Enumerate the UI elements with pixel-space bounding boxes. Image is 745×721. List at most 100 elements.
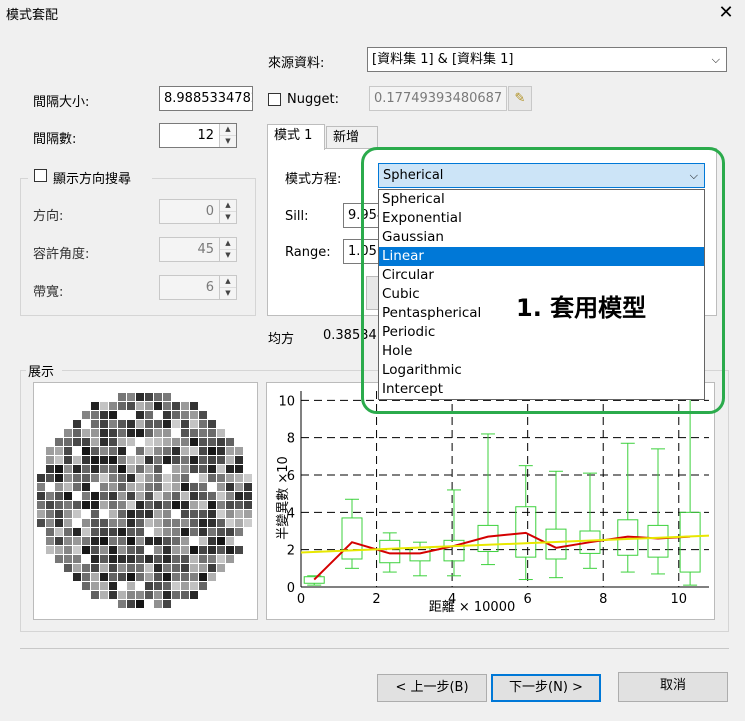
map-cell xyxy=(109,483,117,491)
close-icon[interactable]: ✕ xyxy=(714,2,738,23)
map-cell xyxy=(91,411,99,419)
map-cell xyxy=(73,501,81,509)
cancel-button[interactable]: 取消 xyxy=(618,672,728,702)
map-cell xyxy=(154,582,162,590)
spin-up-icon[interactable]: ▲ xyxy=(220,200,236,212)
map-cell xyxy=(37,501,45,509)
lag-count-spin[interactable]: ▲ ▼ xyxy=(219,124,236,147)
map-cell xyxy=(181,420,189,428)
direction-spin[interactable]: ▲ ▼ xyxy=(219,200,236,223)
map-cell xyxy=(163,420,171,428)
bandwidth-stepper[interactable]: 6 ▲ ▼ xyxy=(159,275,237,300)
tab-model-1[interactable]: 模式 1 xyxy=(267,124,325,150)
map-cell xyxy=(199,447,207,455)
map-cell xyxy=(136,600,144,608)
map-cell xyxy=(154,537,162,545)
map-cell xyxy=(91,537,99,545)
map-cell xyxy=(145,501,153,509)
back-button[interactable]: < 上一步(B) xyxy=(377,674,487,702)
map-cell xyxy=(163,600,171,608)
map-cell xyxy=(100,573,108,581)
next-button[interactable]: 下一步(N) > xyxy=(491,674,601,702)
direction-stepper[interactable]: 0 ▲ ▼ xyxy=(159,199,237,224)
tab-add[interactable]: 新增 xyxy=(326,126,378,148)
map-cell xyxy=(91,474,99,482)
map-cell xyxy=(199,501,207,509)
spin-up-icon[interactable]: ▲ xyxy=(220,238,236,250)
map-cell xyxy=(109,591,117,599)
tolerance-spin[interactable]: ▲ ▼ xyxy=(219,238,236,261)
map-cell xyxy=(208,492,216,500)
map-cell xyxy=(181,501,189,509)
box-body xyxy=(341,517,363,560)
pencil-icon[interactable]: ✎ xyxy=(508,86,532,111)
map-cell xyxy=(181,411,189,419)
map-cell xyxy=(118,573,126,581)
bandwidth-value: 6 xyxy=(205,280,214,295)
map-cell xyxy=(109,420,117,428)
map-cell xyxy=(181,474,189,482)
source-label: 來源資料: xyxy=(268,56,325,71)
map-cell xyxy=(217,447,225,455)
map-cell xyxy=(73,420,81,428)
tolerance-stepper[interactable]: 45 ▲ ▼ xyxy=(159,237,237,262)
map-cell xyxy=(127,492,135,500)
nugget-checkbox[interactable] xyxy=(268,93,281,106)
map-cell xyxy=(217,456,225,464)
source-select[interactable]: [資料集 1] & [資料集 1] ⌵ xyxy=(367,47,727,72)
map-cell xyxy=(136,519,144,527)
map-cell xyxy=(181,546,189,554)
map-cell xyxy=(109,528,117,536)
x-tick-label: 4 xyxy=(448,592,456,607)
bandwidth-spin[interactable]: ▲ ▼ xyxy=(219,276,236,299)
mean-label: 均方 xyxy=(268,332,295,347)
map-cell xyxy=(154,420,162,428)
map-cell xyxy=(100,564,108,572)
map-cell xyxy=(136,501,144,509)
map-cell xyxy=(163,393,171,401)
map-cell xyxy=(181,564,189,572)
spin-up-icon[interactable]: ▲ xyxy=(220,124,236,136)
spin-down-icon[interactable]: ▼ xyxy=(220,136,236,147)
spin-up-icon[interactable]: ▲ xyxy=(220,276,236,288)
map-cell xyxy=(181,456,189,464)
semivariogram-chart: 距離 × 10000 半變異數 ×10 0 2 4 6 8 100246810 xyxy=(275,390,710,615)
map-cell xyxy=(172,447,180,455)
nugget-input[interactable]: 0.17749393480687 xyxy=(369,86,507,111)
map-cell xyxy=(64,483,72,491)
map-cell xyxy=(73,465,81,473)
map-cell xyxy=(118,447,126,455)
map-cell xyxy=(46,492,54,500)
map-cell xyxy=(64,519,72,527)
map-cell xyxy=(208,546,216,554)
lag-size-input[interactable]: 8.98853347823 xyxy=(159,86,253,111)
map-cell xyxy=(64,528,72,536)
map-cell xyxy=(244,492,252,500)
direction-checkbox[interactable] xyxy=(34,169,47,182)
map-cell xyxy=(172,438,180,446)
spin-down-icon[interactable]: ▼ xyxy=(220,212,236,223)
map-cell xyxy=(64,429,72,437)
y-tick-label: 6 xyxy=(287,469,295,484)
spin-down-icon[interactable]: ▼ xyxy=(220,288,236,299)
spin-down-icon[interactable]: ▼ xyxy=(220,250,236,261)
map-cell xyxy=(145,474,153,482)
map-cell xyxy=(217,501,225,509)
map-cell xyxy=(208,501,216,509)
map-cell xyxy=(37,519,45,527)
map-cell xyxy=(136,510,144,518)
lag-count-stepper[interactable]: 12 ▲ ▼ xyxy=(159,123,237,148)
map-cell xyxy=(118,564,126,572)
map-cell xyxy=(100,438,108,446)
map-cell xyxy=(37,510,45,518)
map-cell xyxy=(91,564,99,572)
map-cell xyxy=(82,528,90,536)
y-tick-label: 2 xyxy=(287,544,295,559)
map-cell xyxy=(217,438,225,446)
map-cell xyxy=(46,465,54,473)
map-cell xyxy=(64,492,72,500)
map-cell xyxy=(208,438,216,446)
map-cell xyxy=(244,501,252,509)
map-cell xyxy=(46,447,54,455)
map-cell xyxy=(109,555,117,563)
